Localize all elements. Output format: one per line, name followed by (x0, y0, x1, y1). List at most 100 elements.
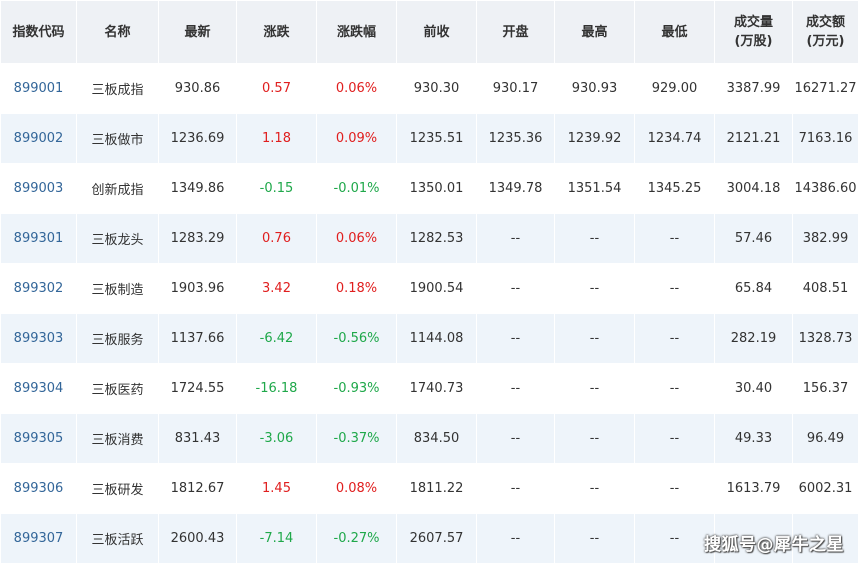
header-latest[interactable]: 最新 (159, 1, 237, 64)
cell-change: 3.42 (237, 264, 317, 314)
cell-high: -- (555, 264, 635, 314)
cell-index-code[interactable]: 899305 (1, 414, 77, 464)
table-row[interactable]: 899306三板研发1812.671.450.08%1811.22------1… (1, 464, 858, 514)
header-high[interactable]: 最高 (555, 1, 635, 64)
cell-open: -- (477, 314, 555, 364)
cell-volume: 282.19 (715, 314, 793, 364)
table-row[interactable]: 899001三板成指930.860.570.06%930.30930.17930… (1, 64, 858, 114)
cell-low: -- (635, 214, 715, 264)
cell-high: 1351.54 (555, 164, 635, 214)
cell-change: 1.18 (237, 114, 317, 164)
cell-index-name: 三板研发 (77, 464, 159, 514)
cell-volume: 57.46 (715, 214, 793, 264)
header-volume[interactable]: 成交量(万股) (715, 1, 793, 64)
cell-volume: 1613.79 (715, 464, 793, 514)
cell-change-pct: -0.01% (317, 164, 397, 214)
cell-low: -- (635, 514, 715, 564)
cell-prev-close: 834.50 (397, 414, 477, 464)
cell-open: 930.17 (477, 64, 555, 114)
cell-prev-close: 1282.53 (397, 214, 477, 264)
cell-volume: 3387.99 (715, 64, 793, 114)
cell-high: -- (555, 314, 635, 364)
table-row[interactable]: 899302三板制造1903.963.420.18%1900.54------6… (1, 264, 858, 314)
header-change-pct[interactable]: 涨跌幅 (317, 1, 397, 64)
header-name[interactable]: 名称 (77, 1, 159, 64)
header-low[interactable]: 最低 (635, 1, 715, 64)
cell-index-name: 三板龙头 (77, 214, 159, 264)
cell-high: -- (555, 214, 635, 264)
header-label: 前收 (397, 23, 476, 42)
header-label: 名称 (77, 23, 158, 42)
cell-low: -- (635, 364, 715, 414)
cell-low: -- (635, 264, 715, 314)
cell-turnover: 96.49 (793, 414, 858, 464)
cell-index-code[interactable]: 899302 (1, 264, 77, 314)
index-quote-table: 指数代码名称最新涨跌涨跌幅前收开盘最高最低成交量(万股)成交额(万元) 8990… (0, 0, 858, 564)
header-prev-close[interactable]: 前收 (397, 1, 477, 64)
cell-latest: 930.86 (159, 64, 237, 114)
table-body: 899001三板成指930.860.570.06%930.30930.17930… (1, 64, 858, 564)
cell-high: 930.93 (555, 64, 635, 114)
cell-change: -3.06 (237, 414, 317, 464)
cell-prev-close: 930.30 (397, 64, 477, 114)
cell-latest: 1236.69 (159, 114, 237, 164)
cell-index-code[interactable]: 899002 (1, 114, 77, 164)
header-label: 指数代码 (1, 23, 76, 42)
cell-latest: 2600.43 (159, 514, 237, 564)
cell-change-pct: 0.06% (317, 214, 397, 264)
table-row[interactable]: 899002三板做市1236.691.180.09%1235.511235.36… (1, 114, 858, 164)
cell-change-pct: 0.18% (317, 264, 397, 314)
cell-latest: 1724.55 (159, 364, 237, 414)
cell-index-code[interactable]: 899001 (1, 64, 77, 114)
cell-index-name: 三板制造 (77, 264, 159, 314)
cell-low: -- (635, 314, 715, 364)
table-row[interactable]: 899304三板医药1724.55-16.18-0.93%1740.73----… (1, 364, 858, 414)
cell-index-name: 三板医药 (77, 364, 159, 414)
cell-latest: 1812.67 (159, 464, 237, 514)
cell-index-code[interactable]: 899304 (1, 364, 77, 414)
cell-index-code[interactable]: 899301 (1, 214, 77, 264)
cell-change-pct: -0.37% (317, 414, 397, 464)
cell-latest: 1137.66 (159, 314, 237, 364)
cell-index-code[interactable]: 899003 (1, 164, 77, 214)
cell-change: 0.76 (237, 214, 317, 264)
cell-index-name: 创新成指 (77, 164, 159, 214)
header-label: (万元) (793, 32, 858, 51)
header-label: 涨跌 (237, 23, 316, 42)
cell-open: -- (477, 364, 555, 414)
watermark: 搜狐号@犀牛之星 (704, 530, 844, 555)
cell-turnover: 156.37 (793, 364, 858, 414)
header-turnover[interactable]: 成交额(万元) (793, 1, 858, 64)
cell-high: -- (555, 464, 635, 514)
cell-change: -6.42 (237, 314, 317, 364)
cell-latest: 1283.29 (159, 214, 237, 264)
header-index-code[interactable]: 指数代码 (1, 1, 77, 64)
cell-open: -- (477, 214, 555, 264)
header-label: (万股) (715, 32, 792, 51)
table-row[interactable]: 899305三板消费831.43-3.06-0.37%834.50------4… (1, 414, 858, 464)
table-row[interactable]: 899003创新成指1349.86-0.15-0.01%1350.011349.… (1, 164, 858, 214)
cell-low: -- (635, 414, 715, 464)
cell-index-code[interactable]: 899307 (1, 514, 77, 564)
table-row[interactable]: 899303三板服务1137.66-6.42-0.56%1144.08-----… (1, 314, 858, 364)
header-change[interactable]: 涨跌 (237, 1, 317, 64)
cell-open: -- (477, 514, 555, 564)
cell-change-pct: -0.27% (317, 514, 397, 564)
cell-change-pct: 0.06% (317, 64, 397, 114)
header-label: 最低 (635, 23, 714, 42)
header-label: 最高 (555, 23, 634, 42)
table-row[interactable]: 899301三板龙头1283.290.760.06%1282.53------5… (1, 214, 858, 264)
cell-change-pct: -0.93% (317, 364, 397, 414)
cell-low: 1234.74 (635, 114, 715, 164)
cell-prev-close: 1144.08 (397, 314, 477, 364)
header-open[interactable]: 开盘 (477, 1, 555, 64)
cell-index-name: 三板服务 (77, 314, 159, 364)
cell-prev-close: 1350.01 (397, 164, 477, 214)
cell-high: -- (555, 514, 635, 564)
cell-latest: 1903.96 (159, 264, 237, 314)
cell-turnover: 16271.27 (793, 64, 858, 114)
cell-change-pct: 0.09% (317, 114, 397, 164)
cell-index-code[interactable]: 899303 (1, 314, 77, 364)
cell-turnover: 6002.31 (793, 464, 858, 514)
cell-index-code[interactable]: 899306 (1, 464, 77, 514)
